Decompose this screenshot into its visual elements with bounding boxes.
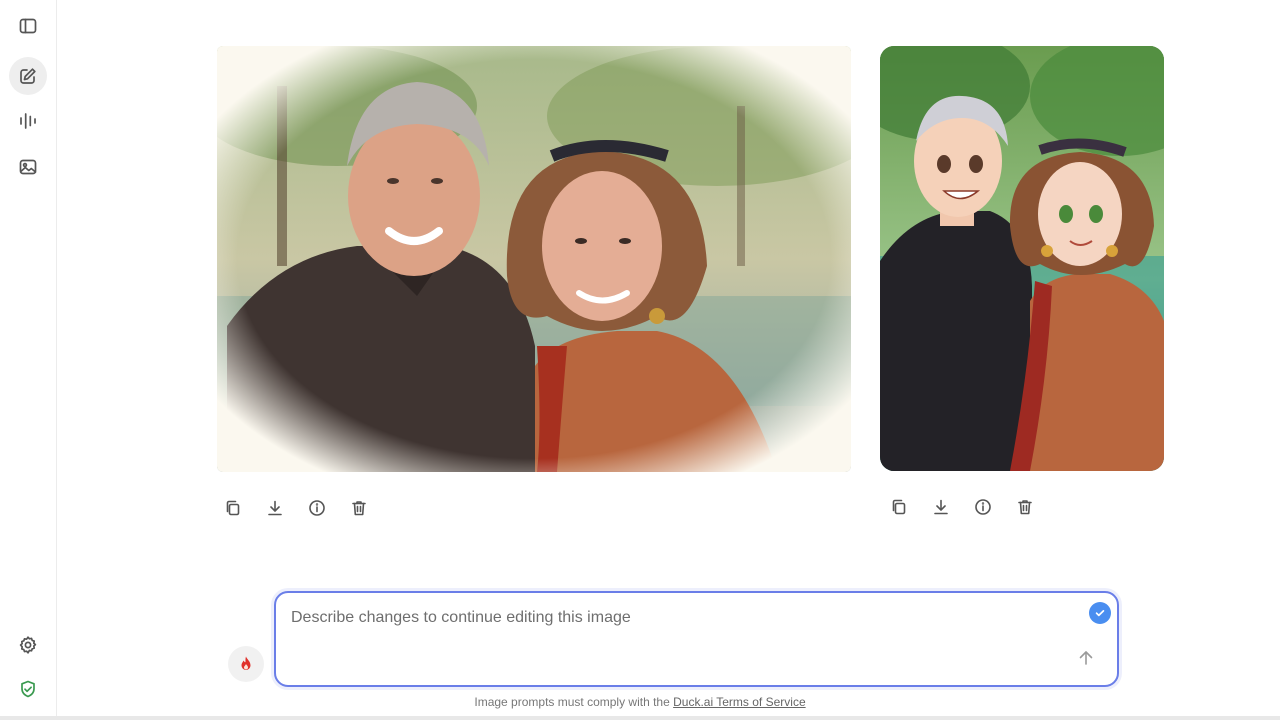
new-chat-button[interactable]	[9, 57, 47, 95]
terms-disclaimer: Image prompts must comply with the Duck.…	[58, 695, 1222, 709]
check-badge	[1089, 602, 1111, 624]
trash-icon	[352, 501, 366, 516]
images-button[interactable]	[9, 148, 47, 186]
copy-button[interactable]	[887, 495, 911, 519]
copy-button[interactable]	[221, 496, 245, 520]
info-button[interactable]	[971, 495, 995, 519]
left-sidebar	[0, 0, 57, 716]
arrow-up-icon	[1079, 651, 1093, 665]
edit-icon	[20, 68, 36, 84]
fire-button[interactable]	[228, 646, 264, 682]
download-icon	[268, 500, 282, 516]
disclaimer-text: Image prompts must comply with the	[474, 695, 674, 709]
copy-icon	[892, 499, 906, 515]
generated-image-watercolor[interactable]	[217, 46, 851, 472]
waveform-icon	[20, 113, 36, 129]
info-icon	[309, 500, 325, 516]
fire-icon	[241, 656, 251, 670]
trash-icon	[1018, 500, 1032, 515]
download-icon	[934, 499, 948, 515]
copy-icon	[226, 500, 240, 516]
check-icon	[1095, 610, 1105, 617]
watercolor-portrait-image	[217, 46, 851, 472]
terms-link[interactable]: Duck.ai Terms of Service	[673, 695, 806, 709]
prompt-input[interactable]	[291, 609, 1071, 639]
anime-portrait-image	[880, 46, 1164, 471]
prompt-composer	[274, 591, 1119, 687]
gear-icon	[19, 636, 37, 654]
privacy-button[interactable]	[9, 670, 47, 708]
image-actions-watercolor	[221, 496, 371, 520]
toggle-sidebar-button[interactable]	[9, 7, 47, 45]
sidebar-icon	[19, 18, 37, 34]
bottom-edge	[0, 716, 1280, 720]
generated-image-anime[interactable]	[880, 46, 1164, 471]
download-button[interactable]	[263, 496, 287, 520]
image-actions-anime	[887, 495, 1037, 519]
image-icon	[19, 159, 37, 175]
shield-check-icon	[21, 680, 35, 698]
voice-button[interactable]	[9, 102, 47, 140]
download-button[interactable]	[929, 495, 953, 519]
settings-button[interactable]	[9, 626, 47, 664]
send-button[interactable]	[1075, 647, 1097, 669]
delete-button[interactable]	[347, 496, 371, 520]
delete-button[interactable]	[1013, 495, 1037, 519]
info-button[interactable]	[305, 496, 329, 520]
main-area	[58, 0, 1280, 716]
info-icon	[975, 499, 991, 515]
